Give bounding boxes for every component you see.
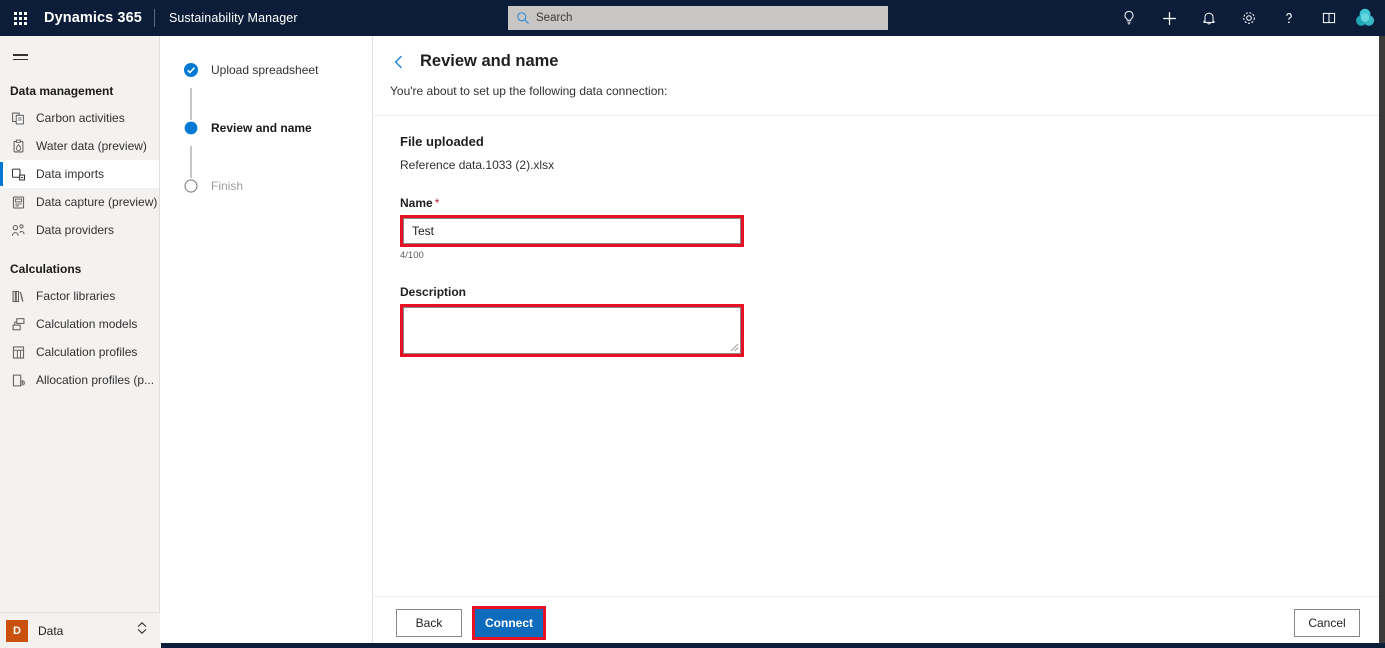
lightbulb-icon <box>1124 10 1134 25</box>
waffle-icon <box>13 11 27 25</box>
wizard-step-label: Review and name <box>211 121 312 135</box>
uploaded-file-name: Reference data.1033 (2).xlsx <box>400 158 555 172</box>
hamburger-icon <box>12 51 28 63</box>
help-button[interactable] <box>1269 0 1309 36</box>
area-switcher[interactable]: D Data <box>0 612 160 648</box>
wizard-step-label: Finish <box>211 179 244 193</box>
guides-button[interactable] <box>1309 0 1349 36</box>
allocation-profiles-icon <box>10 372 26 388</box>
lightbulb-button[interactable] <box>1109 0 1149 36</box>
page-scrollbar[interactable] <box>1379 36 1385 648</box>
settings-button[interactable] <box>1229 0 1269 36</box>
wizard-footer: Back Connect Cancel <box>374 597 1379 648</box>
global-search[interactable]: Search <box>508 6 888 30</box>
bell-icon <box>1203 12 1215 25</box>
cancel-button[interactable]: Cancel <box>1294 608 1360 637</box>
new-button[interactable] <box>1149 0 1189 36</box>
top-command-bar: Dynamics 365 Sustainability Manager Sear… <box>0 0 1385 36</box>
page-header: Review and name <box>374 36 1379 71</box>
sidebar-item-label: Carbon activities <box>36 111 125 125</box>
wizard-step-rail: Upload spreadsheet Review and name Finis… <box>161 36 373 648</box>
description-field-highlight <box>400 304 744 357</box>
sidebar-item-label: Data capture (preview) <box>36 195 158 209</box>
step-connector <box>190 88 192 120</box>
factor-libraries-icon <box>10 288 26 304</box>
name-field-label: Name * <box>400 196 1360 210</box>
sidebar-item-carbon-activities[interactable]: Carbon activities <box>0 104 159 132</box>
sidebar-item-factor-libraries[interactable]: Factor libraries <box>0 282 159 310</box>
sidebar-item-data-imports[interactable]: Data imports <box>0 160 159 188</box>
sidebar-item-label: Allocation profiles (p... <box>36 373 155 387</box>
sidebar-item-calculation-models[interactable]: Calculation models <box>0 310 159 338</box>
wizard-step-label: Upload spreadsheet <box>211 63 319 77</box>
water-data-icon <box>10 138 26 154</box>
nav-group-title-calculations: Calculations <box>10 262 82 276</box>
avatar[interactable] <box>1351 4 1379 32</box>
plus-icon <box>1162 11 1176 25</box>
wizard-step-finish[interactable]: Finish <box>161 178 372 204</box>
page-subtitle: You're about to set up the following dat… <box>390 84 668 98</box>
collapse-nav-button[interactable] <box>0 40 40 74</box>
search-icon <box>517 12 529 24</box>
step-complete-icon <box>183 62 199 78</box>
sidebar-item-label: Water data (preview) <box>36 139 147 153</box>
wizard-step-upload-spreadsheet[interactable]: Upload spreadsheet <box>161 62 372 88</box>
gear-icon <box>1243 12 1255 24</box>
area-label: Data <box>38 623 64 638</box>
notifications-button[interactable] <box>1189 0 1229 36</box>
main-panel: Review and name You're about to set up t… <box>374 36 1379 648</box>
connect-button[interactable]: Connect <box>475 608 543 637</box>
sidebar-item-label: Data imports <box>36 167 105 181</box>
top-bar-actions <box>1109 0 1385 36</box>
file-uploaded-heading: File uploaded <box>400 134 484 149</box>
name-field-highlight <box>400 215 744 247</box>
calculation-profiles-icon <box>10 344 26 360</box>
calculation-models-icon <box>10 316 26 332</box>
area-chevron-updown-icon <box>136 621 148 640</box>
description-textarea[interactable] <box>403 307 741 354</box>
bottom-edge-strip <box>161 643 1385 648</box>
sidebar-item-label: Data providers <box>36 223 115 237</box>
area-badge: D <box>6 619 28 642</box>
sidebar-item-water-data[interactable]: Water data (preview) <box>0 132 159 160</box>
name-char-counter: 4/100 <box>400 250 424 261</box>
sidebar-item-label: Factor libraries <box>36 289 116 303</box>
guide-icon <box>1322 12 1336 24</box>
back-chevron-icon[interactable] <box>390 53 408 71</box>
app-name-label[interactable]: Sustainability Manager <box>155 11 298 25</box>
wizard-step-review-and-name[interactable]: Review and name <box>161 120 372 146</box>
sidebar-item-calculation-profiles[interactable]: Calculation profiles <box>0 338 159 366</box>
cancel-button-wrap: Cancel <box>1294 608 1360 637</box>
question-icon <box>1286 13 1292 24</box>
name-label-text: Name <box>400 196 433 210</box>
sidebar-item-allocation-profiles[interactable]: Allocation profiles (p... <box>0 366 159 394</box>
connection-form: File uploaded Reference data.1033 (2).xl… <box>400 134 1360 359</box>
step-connector <box>190 146 192 178</box>
header-divider <box>374 115 1379 116</box>
page-title: Review and name <box>420 52 559 70</box>
app-launcher-button[interactable] <box>0 0 40 36</box>
required-asterisk: * <box>434 196 440 210</box>
search-placeholder: Search <box>536 12 573 24</box>
step-pending-icon <box>183 178 199 194</box>
carbon-activities-icon <box>10 110 26 126</box>
data-capture-icon <box>10 194 26 210</box>
sidebar-item-data-providers[interactable]: Data providers <box>0 216 159 244</box>
connect-button-highlight: Connect <box>472 605 546 640</box>
data-providers-icon <box>10 222 26 238</box>
sidebar-item-label: Calculation profiles <box>36 345 138 359</box>
name-input[interactable] <box>403 218 741 244</box>
back-button-wrap: Back <box>396 608 462 637</box>
sidebar-item-data-capture[interactable]: Data capture (preview) <box>0 188 159 216</box>
data-imports-icon <box>10 166 26 182</box>
description-field-label: Description <box>400 285 467 299</box>
nav-group-title-data-management: Data management <box>10 84 114 98</box>
back-button[interactable]: Back <box>396 608 462 637</box>
sidebar-item-label: Calculation models <box>36 317 138 331</box>
side-navigation: Data management Carbon activities Water … <box>0 36 160 648</box>
brand-title[interactable]: Dynamics 365 <box>40 10 154 26</box>
avatar-logo-icon <box>1352 5 1378 31</box>
step-current-icon <box>183 120 199 136</box>
